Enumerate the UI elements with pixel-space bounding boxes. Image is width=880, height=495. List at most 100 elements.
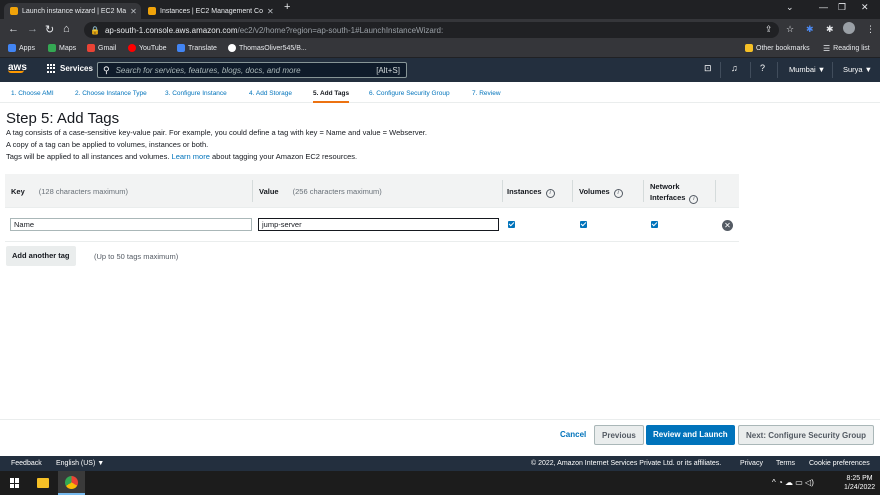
address-bar[interactable]: 🔒 ap-south-1.console.aws.amazon.com/ec2/…	[84, 22, 779, 38]
url-path: /ec2/v2/home?region=ap-south-1#LaunchIns…	[237, 25, 444, 35]
close-window-icon[interactable]: ✕	[861, 2, 869, 13]
help-icon[interactable]: ?	[760, 63, 765, 73]
browser-tab-strip: Launch instance wizard | EC2 Ma ✕ Instan…	[0, 0, 880, 19]
step-choose-ami[interactable]: 1. Choose AMI	[11, 90, 54, 97]
cancel-button[interactable]: Cancel	[553, 425, 593, 445]
instances-checkbox[interactable]	[508, 221, 515, 228]
bookmark-star-icon[interactable]: ☆	[786, 24, 794, 35]
maximize-icon[interactable]: ❐	[838, 2, 846, 13]
forward-icon[interactable]: →	[27, 23, 38, 35]
page-description-2: A copy of a tag can be applied to volume…	[6, 140, 209, 149]
close-tab-icon[interactable]: ✕	[267, 7, 274, 16]
tab-search-icon[interactable]: ⌄	[786, 2, 794, 13]
step-configure-instance[interactable]: 3. Configure Instance	[165, 90, 227, 97]
bottom-divider	[0, 419, 880, 420]
previous-button[interactable]: Previous	[594, 425, 644, 445]
step-add-tags[interactable]: 5. Add Tags	[313, 90, 350, 103]
privacy-link[interactable]: Privacy	[740, 460, 763, 467]
services-menu-button[interactable]: Services	[47, 64, 93, 73]
step-add-storage[interactable]: 4. Add Storage	[249, 90, 292, 97]
browser-toolbar: ← → ↻ ⌂ 🔒 ap-south-1.console.aws.amazon.…	[0, 19, 880, 41]
cookie-preferences-link[interactable]: Cookie preferences	[809, 460, 870, 467]
remove-tag-icon[interactable]: ✕	[722, 220, 733, 231]
profile-avatar-icon[interactable]	[843, 22, 855, 34]
tags-table: Key (128 characters maximum) Value (256 ch…	[5, 174, 739, 242]
search-icon: ⚲	[103, 64, 110, 75]
aws-favicon-icon	[10, 7, 18, 15]
bookmarks-bar: Apps Maps Gmail YouTube Translate Thomas…	[0, 41, 880, 58]
region-selector[interactable]: Mumbai ▼	[789, 65, 825, 74]
maps-icon	[48, 44, 56, 52]
step-choose-instance-type[interactable]: 2. Choose Instance Type	[75, 90, 147, 97]
page-title: Step 5: Add Tags	[6, 110, 120, 127]
reading-list[interactable]: ☰ Reading list	[823, 44, 870, 53]
aws-search-input[interactable]: ⚲ Search for services, features, blogs, …	[97, 62, 407, 78]
notifications-bell-icon[interactable]: ♫	[731, 63, 738, 73]
page-description-1: A tag consists of a case-sensitive key-v…	[6, 128, 427, 137]
add-another-tag-button[interactable]: Add another tag	[6, 246, 76, 266]
key-column-header: Key (128 characters maximum)	[11, 187, 128, 196]
file-explorer-icon[interactable]	[37, 478, 49, 488]
aws-favicon-icon	[148, 7, 156, 15]
cloudshell-icon[interactable]: ⊡	[704, 63, 712, 74]
translate-icon	[177, 44, 185, 52]
home-icon[interactable]: ⌂	[63, 23, 70, 35]
info-icon[interactable]: i	[545, 189, 555, 198]
windows-start-icon[interactable]	[10, 478, 20, 488]
url-host: ap-south-1.console.aws.amazon.com	[104, 25, 238, 35]
browser-tab-instances[interactable]: Instances | EC2 Management Co ✕	[142, 3, 279, 19]
bookmark-gmail[interactable]: Gmail	[87, 44, 116, 52]
value-column-header: Value (256 characters maximum)	[259, 187, 382, 196]
review-and-launch-button[interactable]: Review and Launch	[646, 425, 735, 445]
bookmark-apps[interactable]: Apps	[8, 44, 35, 52]
step-review[interactable]: 7. Review	[472, 90, 501, 97]
gmail-icon	[87, 44, 95, 52]
tags-table-header: Key (128 characters maximum) Value (256 ch…	[5, 174, 739, 208]
feedback-link[interactable]: Feedback	[11, 460, 42, 467]
windows-taskbar: ^ ◔ ☁ ▭ ◁) 8:25 PM 1/24/2022	[0, 471, 880, 495]
info-icon[interactable]: i	[613, 189, 623, 198]
aws-top-nav: aws Services ⚲ Search for services, feat…	[0, 58, 880, 82]
page-description-3: Tags will be applied to all instances an…	[6, 152, 358, 161]
chrome-menu-icon[interactable]: ⋮	[866, 24, 875, 35]
apps-grid-icon	[8, 44, 16, 52]
step-configure-security-group[interactable]: 6. Configure Security Group	[369, 90, 450, 97]
volumes-column-header: Volumes i	[579, 187, 623, 198]
browser-tab-launch-wizard[interactable]: Launch instance wizard | EC2 Ma ✕	[4, 3, 141, 19]
tag-key-input[interactable]: Name	[10, 218, 252, 231]
aws-footer: Feedback English (US) ▼ © 2022, Amazon I…	[0, 456, 880, 471]
account-menu[interactable]: Surya ▼	[843, 65, 872, 74]
extension-icon[interactable]: ✱	[806, 24, 814, 35]
aws-logo[interactable]: aws	[8, 62, 27, 73]
volumes-checkbox[interactable]	[580, 221, 587, 228]
bookmark-youtube[interactable]: YouTube	[128, 44, 167, 52]
network-interfaces-column-header: Network Interfaces i	[650, 181, 699, 204]
learn-more-link[interactable]: Learn more	[172, 152, 210, 161]
info-icon[interactable]: i	[689, 195, 699, 204]
bookmark-translate[interactable]: Translate	[177, 44, 217, 52]
close-tab-icon[interactable]: ✕	[130, 7, 137, 16]
tag-value-input[interactable]: jump-server	[258, 218, 499, 231]
reload-icon[interactable]: ↻	[45, 23, 54, 36]
new-tab-icon[interactable]: +	[284, 1, 290, 13]
language-selector[interactable]: English (US) ▼	[56, 460, 104, 467]
network-interfaces-checkbox[interactable]	[651, 221, 658, 228]
clock[interactable]: 8:25 PM 1/24/2022	[844, 474, 875, 492]
share-icon[interactable]: ⇪	[765, 24, 773, 35]
tab-title: Instances | EC2 Management Co	[160, 7, 263, 15]
max-tags-note: (Up to 50 tags maximum)	[94, 252, 179, 261]
terms-link[interactable]: Terms	[776, 460, 795, 467]
extensions-puzzle-icon[interactable]: ✱	[826, 24, 834, 35]
minimize-icon[interactable]: —	[819, 2, 828, 12]
other-bookmarks[interactable]: Other bookmarks	[745, 44, 810, 52]
system-tray-icons[interactable]: ^ ◔ ☁ ▭ ◁)	[772, 478, 814, 487]
services-grid-icon	[47, 64, 56, 73]
github-icon	[228, 44, 236, 52]
tab-title: Launch instance wizard | EC2 Ma	[22, 7, 127, 15]
reading-list-icon: ☰	[823, 44, 831, 53]
bookmark-github[interactable]: ThomasOliver545/B...	[228, 44, 307, 52]
lock-icon: 🔒	[90, 25, 100, 35]
next-configure-security-group-button[interactable]: Next: Configure Security Group	[738, 425, 875, 445]
back-icon[interactable]: ←	[8, 23, 19, 35]
bookmark-maps[interactable]: Maps	[48, 44, 76, 52]
